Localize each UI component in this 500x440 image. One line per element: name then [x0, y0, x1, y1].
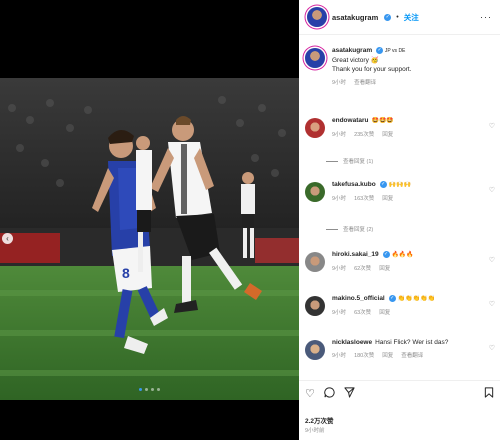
- commenter-avatar[interactable]: [305, 182, 325, 202]
- likes-count[interactable]: 2.2万次赞: [305, 415, 334, 425]
- caption-time: 9小时: [332, 80, 347, 86]
- comment-time: 9小时: [332, 132, 347, 138]
- heart-icon[interactable]: ♡: [489, 300, 495, 308]
- comment-text: 👏👏👏👏👏: [397, 296, 435, 302]
- see-translation-link[interactable]: 查看翻译: [401, 351, 423, 359]
- commenter-avatar[interactable]: [305, 252, 325, 272]
- share-icon[interactable]: [344, 387, 355, 401]
- previous-photo-button[interactable]: ‹: [2, 233, 13, 244]
- reply-button[interactable]: 回复: [379, 308, 390, 316]
- view-replies-label[interactable]: 查看回复 (1): [343, 157, 373, 165]
- divider: [326, 160, 338, 162]
- caption-username[interactable]: asatakugram: [332, 47, 372, 54]
- caption-line-1: Great victory 🥳: [332, 57, 379, 64]
- comment-likes[interactable]: 235次赞: [354, 130, 374, 138]
- view-replies-link[interactable]: 查看回复 (1): [326, 157, 373, 165]
- more-options-button[interactable]: ···: [480, 12, 492, 22]
- comments-list[interactable]: asatakugram ✓ JP vs DE Great victory 🥳 Th…: [299, 36, 500, 378]
- commenter-avatar[interactable]: [305, 118, 325, 138]
- commenter-avatar[interactable]: [305, 296, 325, 316]
- commenter-avatar[interactable]: [305, 340, 325, 360]
- verified-badge-icon: ✓: [388, 294, 396, 302]
- verified-badge-icon: ✓: [379, 180, 387, 188]
- commenter-username[interactable]: nicklasloewe: [332, 339, 372, 346]
- comment-likes[interactable]: 62次赞: [354, 264, 371, 272]
- post-timestamp: 9小时前: [305, 428, 325, 434]
- divider: [326, 228, 338, 230]
- caption-line-2: Thank you for your support.: [332, 66, 412, 73]
- commenter-username[interactable]: hiroki.sakai_19: [332, 251, 379, 258]
- commenter-username[interactable]: makino.5_official: [332, 295, 385, 302]
- post-header: asatakugram ✓ • 关注 ···: [299, 0, 500, 35]
- separator: •: [396, 13, 399, 21]
- carousel-dot: [145, 388, 148, 391]
- comment-text: 🤩🤩🤩: [371, 118, 394, 124]
- comment-icon[interactable]: [324, 387, 335, 401]
- post-details-panel: asatakugram ✓ • 关注 ··· asatakugram ✓ JP v…: [299, 0, 500, 440]
- comment-text: 🔥🔥🔥: [391, 252, 414, 258]
- comment-time: 9小时: [332, 196, 347, 202]
- comment-time: 9小时: [332, 266, 347, 272]
- view-replies-link[interactable]: 查看回复 (2): [326, 225, 373, 233]
- comment-likes[interactable]: 63次赞: [354, 308, 371, 316]
- comment-likes[interactable]: 180次赞: [354, 351, 374, 359]
- reply-button[interactable]: 回复: [382, 351, 393, 359]
- reply-button[interactable]: 回复: [382, 130, 393, 138]
- svg-text:8: 8: [122, 265, 130, 281]
- heart-icon[interactable]: ♡: [305, 387, 315, 401]
- verified-badge-icon: ✓: [384, 13, 392, 21]
- instagram-post-viewer: 8 ‹ asatakugram ✓ • 关注 ··· asatakugram ✓…: [0, 0, 500, 440]
- see-translation-link[interactable]: 查看翻译: [354, 78, 376, 86]
- carousel-dot: [139, 388, 142, 391]
- comment-time: 9小时: [332, 353, 347, 359]
- bookmark-icon[interactable]: [484, 387, 494, 401]
- media-panel: 8 ‹: [0, 0, 299, 440]
- football-match-image: 8: [0, 78, 299, 400]
- follow-button[interactable]: 关注: [404, 12, 419, 23]
- commenter-username[interactable]: takefusa.kubo: [332, 181, 376, 188]
- carousel-indicator: [139, 388, 160, 391]
- caption-tag: JP vs DE: [384, 48, 406, 54]
- post-actions: ♡ 2.2万次赞 9小时前: [299, 380, 500, 440]
- comment-text: Hansi Flick? Wer ist das?: [375, 339, 449, 346]
- view-replies-label[interactable]: 查看回复 (2): [343, 225, 373, 233]
- heart-icon[interactable]: ♡: [489, 256, 495, 264]
- heart-icon[interactable]: ♡: [489, 344, 495, 352]
- reply-button[interactable]: 回复: [382, 194, 393, 202]
- heart-icon[interactable]: ♡: [489, 186, 495, 194]
- heart-icon[interactable]: ♡: [489, 122, 495, 130]
- author-username[interactable]: asatakugram: [332, 13, 378, 22]
- commenter-username[interactable]: endowataru: [332, 117, 368, 124]
- carousel-dot: [151, 388, 154, 391]
- comment-time: 9小时: [332, 310, 347, 316]
- caption-author-avatar[interactable]: [305, 48, 325, 68]
- carousel-dot: [157, 388, 160, 391]
- comment-text: 🙌🙌🙌: [388, 182, 411, 188]
- reply-button[interactable]: 回复: [379, 264, 390, 272]
- verified-badge-icon: ✓: [382, 250, 390, 258]
- verified-badge-icon: ✓: [376, 46, 384, 54]
- author-avatar[interactable]: [307, 7, 327, 27]
- comment-likes[interactable]: 163次赞: [354, 194, 374, 202]
- post-photo[interactable]: 8: [0, 78, 299, 400]
